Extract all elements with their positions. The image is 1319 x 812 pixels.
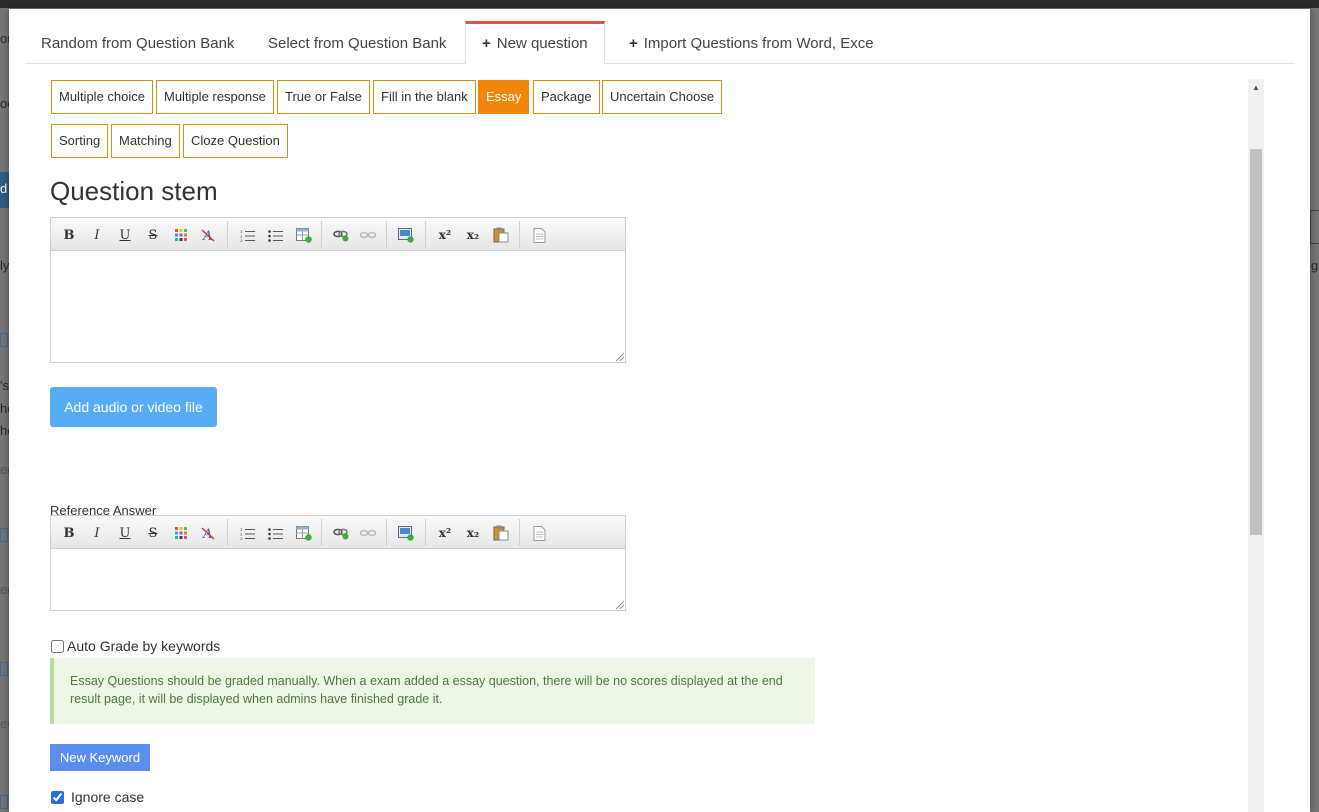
- type-multiple-choice-button[interactable]: Multiple choice: [51, 80, 153, 114]
- type-uncertain-choose-button[interactable]: Uncertain Choose: [602, 80, 723, 114]
- type-essay-button[interactable]: Essay: [478, 80, 530, 114]
- auto-grade-option: Auto Grade by keywords: [50, 638, 220, 654]
- text-color-icon[interactable]: [171, 523, 191, 543]
- reference-answer-input[interactable]: [51, 549, 625, 610]
- type-multiple-response-button[interactable]: Multiple response: [156, 80, 274, 114]
- ignore-case-checkbox[interactable]: [51, 790, 64, 804]
- underline-icon[interactable]: U: [115, 225, 135, 245]
- superscript-icon[interactable]: x²: [435, 523, 455, 543]
- link-icon[interactable]: [331, 225, 351, 245]
- editor-toolbar: B I U S A 123: [51, 218, 625, 251]
- numbered-list-icon[interactable]: 123: [237, 523, 257, 543]
- ignore-case-option: Ignore case: [50, 789, 144, 805]
- auto-grade-checkbox[interactable]: [51, 639, 64, 653]
- bold-icon[interactable]: B: [59, 225, 79, 245]
- new-question-form: Multiple choice Multiple response True o…: [50, 79, 1245, 812]
- vertical-scrollbar[interactable]: ▲: [1248, 79, 1264, 812]
- essay-grading-note: Essay Questions should be graded manuall…: [50, 658, 815, 724]
- new-keyword-button[interactable]: New Keyword: [50, 744, 150, 771]
- tab-new-question[interactable]: + New question: [465, 21, 605, 65]
- plus-icon: +: [629, 35, 638, 52]
- type-cloze-button[interactable]: Cloze Question: [183, 124, 288, 158]
- tab-import-questions[interactable]: + Import Questions from Word, Exce: [613, 21, 890, 64]
- insert-image-icon[interactable]: [396, 225, 416, 245]
- link-icon[interactable]: [331, 523, 351, 543]
- subscript-icon[interactable]: x₂: [463, 523, 483, 543]
- tab-label: Random from Question Bank: [41, 35, 235, 52]
- tab-label: New question: [496, 35, 588, 52]
- subscript-icon[interactable]: x₂: [463, 225, 483, 245]
- question-stem-title: Question stem: [50, 176, 218, 206]
- insert-table-icon[interactable]: [294, 225, 314, 245]
- type-sorting-button[interactable]: Sorting: [51, 124, 109, 158]
- paste-icon[interactable]: [491, 225, 511, 245]
- question-modal: Random from Question Bank Select from Qu…: [9, 9, 1310, 812]
- background-text: ly: [0, 258, 10, 273]
- question-stem-input[interactable]: [51, 251, 625, 362]
- type-package-button[interactable]: Package: [533, 80, 600, 114]
- background-input: [1310, 210, 1319, 244]
- tab-bar: Random from Question Bank Select from Qu…: [25, 21, 1295, 65]
- question-stem-editor: B I U S A 123: [50, 217, 626, 363]
- source-document-icon[interactable]: [529, 225, 549, 245]
- scroll-up-arrow-icon[interactable]: ▲: [1248, 79, 1264, 96]
- underline-icon[interactable]: U: [115, 523, 135, 543]
- tab-label: Import Questions from Word, Exce: [643, 35, 874, 52]
- type-matching-button[interactable]: Matching: [111, 124, 180, 158]
- add-audio-video-button[interactable]: Add audio or video file: [50, 387, 217, 427]
- tab-random-from-bank[interactable]: Random from Question Bank: [25, 21, 250, 64]
- paste-icon[interactable]: [491, 523, 511, 543]
- unlink-icon[interactable]: [358, 523, 378, 543]
- ignore-case-label: Ignore case: [71, 789, 145, 805]
- background-link: [0, 795, 8, 809]
- resize-handle[interactable]: [616, 601, 624, 609]
- background-topbar: [0, 0, 1319, 8]
- scroll-thumb[interactable]: [1250, 149, 1262, 535]
- italic-icon[interactable]: I: [87, 225, 107, 245]
- italic-icon[interactable]: I: [87, 523, 107, 543]
- remove-format-icon[interactable]: A: [198, 523, 218, 543]
- source-document-icon[interactable]: [529, 523, 549, 543]
- bullet-list-icon[interactable]: [265, 225, 285, 245]
- background-link: [0, 333, 8, 347]
- insert-table-icon[interactable]: [294, 523, 314, 543]
- background-text: g: [1311, 258, 1319, 273]
- tab-select-from-bank[interactable]: Select from Question Bank: [252, 21, 462, 64]
- type-fill-blank-button[interactable]: Fill in the blank: [373, 80, 476, 114]
- background-text: 's: [0, 378, 9, 393]
- remove-format-icon[interactable]: A: [198, 225, 218, 245]
- strikethrough-icon[interactable]: S: [143, 225, 163, 245]
- svg-text:3: 3: [240, 536, 243, 540]
- tab-label: Select from Question Bank: [268, 35, 447, 52]
- background-link: [0, 528, 8, 542]
- numbered-list-icon[interactable]: 123: [237, 225, 257, 245]
- auto-grade-label: Auto Grade by keywords: [67, 638, 221, 654]
- reference-answer-editor: B I U S A 123: [50, 515, 626, 611]
- bold-icon[interactable]: B: [59, 523, 79, 543]
- background-link: [0, 662, 8, 676]
- type-true-false-button[interactable]: True or False: [277, 80, 370, 114]
- plus-icon: +: [482, 35, 491, 52]
- text-color-icon[interactable]: [171, 225, 191, 245]
- editor-toolbar: B I U S A 123: [51, 516, 625, 549]
- background-text: d: [0, 181, 8, 196]
- superscript-icon[interactable]: x²: [435, 225, 455, 245]
- unlink-icon[interactable]: [358, 225, 378, 245]
- strikethrough-icon[interactable]: S: [143, 523, 163, 543]
- bullet-list-icon[interactable]: [265, 523, 285, 543]
- svg-text:3: 3: [240, 238, 243, 242]
- insert-image-icon[interactable]: [396, 523, 416, 543]
- resize-handle[interactable]: [616, 353, 624, 361]
